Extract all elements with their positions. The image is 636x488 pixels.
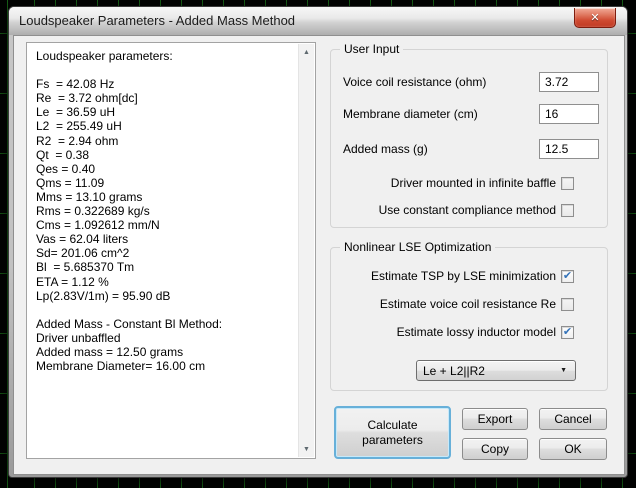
group-lse-optimization: Nonlinear LSE Optimization Estimate TSP … xyxy=(330,247,608,391)
scroll-up-icon: ▲ xyxy=(303,49,310,56)
chevron-down-icon: ▼ xyxy=(560,367,575,374)
constant-compliance-row: Use constant compliance method xyxy=(379,203,574,217)
added-mass-input[interactable] xyxy=(539,139,599,159)
estimate-re-row: Estimate voice coil resistance Re xyxy=(380,297,574,311)
parameters-text: Loudspeaker parameters: Fs = 42.08 HzRe … xyxy=(27,43,298,458)
window-title: Loudspeaker Parameters - Added Mass Meth… xyxy=(19,7,295,35)
infinite-baffle-row: Driver mounted in infinite baffle xyxy=(391,176,574,190)
added-mass-label: Added mass (g) xyxy=(343,142,428,156)
estimate-re-label: Estimate voice coil resistance Re xyxy=(380,297,556,311)
voice-coil-resistance-label: Voice coil resistance (ohm) xyxy=(343,75,486,89)
infinite-baffle-label: Driver mounted in infinite baffle xyxy=(391,176,556,190)
group-user-input-title: User Input xyxy=(340,42,403,56)
ok-button[interactable]: OK xyxy=(539,438,607,460)
estimate-inductor-label: Estimate lossy inductor model xyxy=(397,325,556,339)
scroll-down-icon: ▼ xyxy=(303,446,310,453)
estimate-inductor-row: Estimate lossy inductor model ✔ xyxy=(397,325,574,339)
scroll-down-button[interactable]: ▼ xyxy=(299,441,314,457)
group-lse-title: Nonlinear LSE Optimization xyxy=(340,240,495,254)
estimate-tsp-checkbox[interactable]: ✔ xyxy=(561,270,574,283)
parameters-output-panel[interactable]: Loudspeaker parameters: Fs = 42.08 HzRe … xyxy=(26,42,316,459)
inductor-model-value: Le + L2||R2 xyxy=(417,364,560,378)
estimate-tsp-label: Estimate TSP by LSE minimization xyxy=(371,269,556,283)
infinite-baffle-checkbox[interactable] xyxy=(561,177,574,190)
loudspeaker-parameters-dialog: Loudspeaker Parameters - Added Mass Meth… xyxy=(8,6,628,478)
inductor-model-select[interactable]: Le + L2||R2 ▼ xyxy=(416,360,576,381)
membrane-diameter-input[interactable] xyxy=(539,104,599,124)
estimate-inductor-checkbox[interactable]: ✔ xyxy=(561,326,574,339)
close-icon: ✕ xyxy=(590,11,599,24)
voice-coil-resistance-input[interactable] xyxy=(539,72,599,92)
scrollbar[interactable]: ▲ ▼ xyxy=(298,44,314,457)
export-button[interactable]: Export xyxy=(462,408,528,430)
group-user-input: User Input Voice coil resistance (ohm) M… xyxy=(330,49,608,228)
scroll-up-button[interactable]: ▲ xyxy=(299,44,314,60)
estimate-re-checkbox[interactable] xyxy=(561,298,574,311)
constant-compliance-checkbox[interactable] xyxy=(561,204,574,217)
dialog-client-area: Loudspeaker parameters: Fs = 42.08 HzRe … xyxy=(13,35,625,475)
close-button[interactable]: ✕ xyxy=(574,8,616,28)
copy-button[interactable]: Copy xyxy=(462,438,528,460)
cancel-button[interactable]: Cancel xyxy=(539,408,607,430)
calculate-parameters-button[interactable]: Calculate parameters xyxy=(334,406,451,459)
constant-compliance-label: Use constant compliance method xyxy=(379,203,556,217)
estimate-tsp-row: Estimate TSP by LSE minimization ✔ xyxy=(371,269,574,283)
title-bar[interactable]: Loudspeaker Parameters - Added Mass Meth… xyxy=(9,7,627,35)
membrane-diameter-label: Membrane diameter (cm) xyxy=(343,107,478,121)
